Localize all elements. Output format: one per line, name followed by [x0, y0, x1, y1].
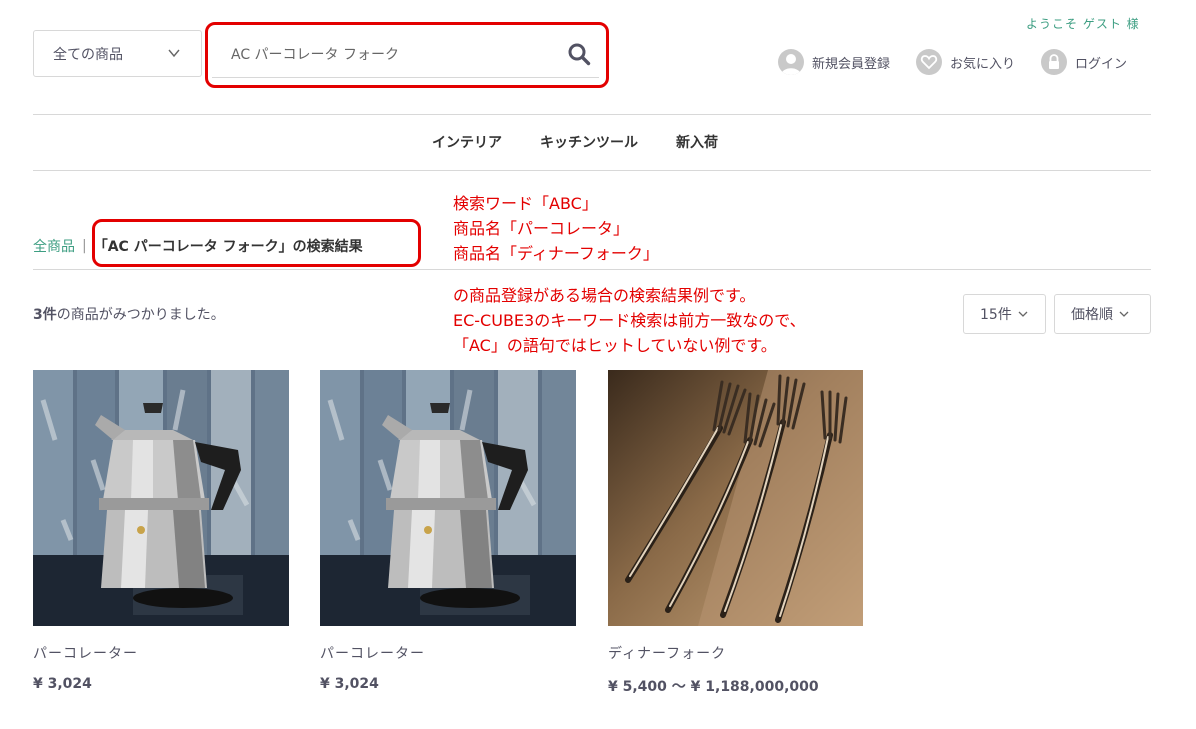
breadcrumb-current: 「AC パーコレータ フォーク」の検索結果	[93, 239, 363, 255]
annotation-bottom: の商品登録がある場合の検索結果例です。 EC-CUBE3のキーワード検索は前方一…	[453, 283, 806, 358]
search-icon[interactable]	[567, 42, 591, 66]
dinner-fork-image	[608, 370, 863, 626]
annotation-line: 検索ワード「ABC」	[453, 194, 598, 213]
register-link-label: 新規会員登録	[812, 56, 891, 72]
login-link-label: ログイン	[1075, 56, 1128, 72]
product-card[interactable]: パーコレーター ¥ 3,024	[33, 370, 289, 692]
favorites-link[interactable]: お気に入り	[916, 49, 1015, 75]
product-price: ¥ 3,024	[320, 676, 379, 692]
per-page-select[interactable]: 15件	[963, 294, 1046, 334]
header-divider	[33, 114, 1151, 115]
product-name[interactable]: ディナーフォーク	[608, 643, 888, 663]
breadcrumb-divider	[33, 269, 1151, 270]
chevron-down-icon	[168, 49, 180, 58]
percolator-image	[320, 370, 576, 626]
category-select-value: 全ての商品	[53, 46, 123, 63]
lock-icon	[1041, 49, 1068, 75]
favorites-link-label: お気に入り	[950, 56, 1016, 72]
product-card[interactable]: パーコレーター ¥ 3,024	[320, 370, 576, 692]
product-image-percolator[interactable]	[33, 370, 289, 626]
login-link[interactable]: ログイン	[1041, 49, 1127, 75]
register-link[interactable]: 新規会員登録	[778, 49, 890, 75]
breadcrumb: 全商品 | 「AC パーコレータ フォーク」の検索結果	[33, 236, 363, 256]
percolator-image	[33, 370, 289, 626]
per-page-value: 15件	[980, 307, 1012, 323]
product-price: ¥ 5,400 ～ ¥ 1,188,000,000	[608, 679, 819, 695]
user-icon	[778, 49, 804, 75]
product-price: ¥ 3,024	[33, 676, 92, 692]
annotation-line: EC-CUBE3のキーワード検索は前方一致なので、	[453, 311, 806, 330]
nav-item-new-arrivals[interactable]: 新入荷	[676, 132, 718, 152]
chevron-down-icon	[1018, 311, 1028, 317]
chevron-down-icon	[1119, 311, 1129, 317]
heart-icon	[916, 49, 943, 75]
annotation-line: 商品名「パーコレータ」	[453, 219, 630, 238]
search-bar	[212, 30, 599, 78]
sort-order-select[interactable]: 価格順	[1054, 294, 1151, 334]
breadcrumb-home-link[interactable]: 全商品	[33, 236, 75, 256]
product-image-percolator[interactable]	[320, 370, 576, 626]
product-name[interactable]: パーコレーター	[33, 643, 289, 663]
result-count: 3件の商品がみつかりました。	[33, 304, 225, 324]
user-links: 新規会員登録 お気に入り ログイン	[778, 49, 1127, 75]
category-nav: インテリア キッチンツール 新入荷	[432, 132, 718, 152]
welcome-message: ようこそ ゲスト 様	[1026, 17, 1140, 31]
annotation-line: 「AC」の語句ではヒットしていない例です。	[453, 336, 777, 355]
annotation-line: の商品登録がある場合の検索結果例です。	[453, 286, 756, 305]
product-card[interactable]: ディナーフォーク ¥ 5,400 ～ ¥ 1,188,000,000	[608, 370, 888, 696]
category-select[interactable]: 全ての商品	[33, 30, 202, 77]
result-count-number: 3件	[33, 307, 57, 323]
annotation-line: 商品名「ディナーフォーク」	[453, 244, 659, 263]
product-name[interactable]: パーコレーター	[320, 643, 576, 663]
result-count-text: の商品がみつかりました。	[56, 307, 225, 323]
nav-item-interior[interactable]: インテリア	[432, 132, 502, 152]
nav-divider	[33, 170, 1151, 171]
annotation-top: 検索ワード「ABC」 商品名「パーコレータ」 商品名「ディナーフォーク」	[453, 191, 659, 266]
sort-order-value: 価格順	[1071, 307, 1113, 323]
product-image-dinner-fork[interactable]	[608, 370, 863, 626]
nav-item-kitchen-tools[interactable]: キッチンツール	[540, 132, 638, 152]
breadcrumb-separator: |	[82, 238, 87, 254]
search-input[interactable]	[229, 44, 553, 63]
